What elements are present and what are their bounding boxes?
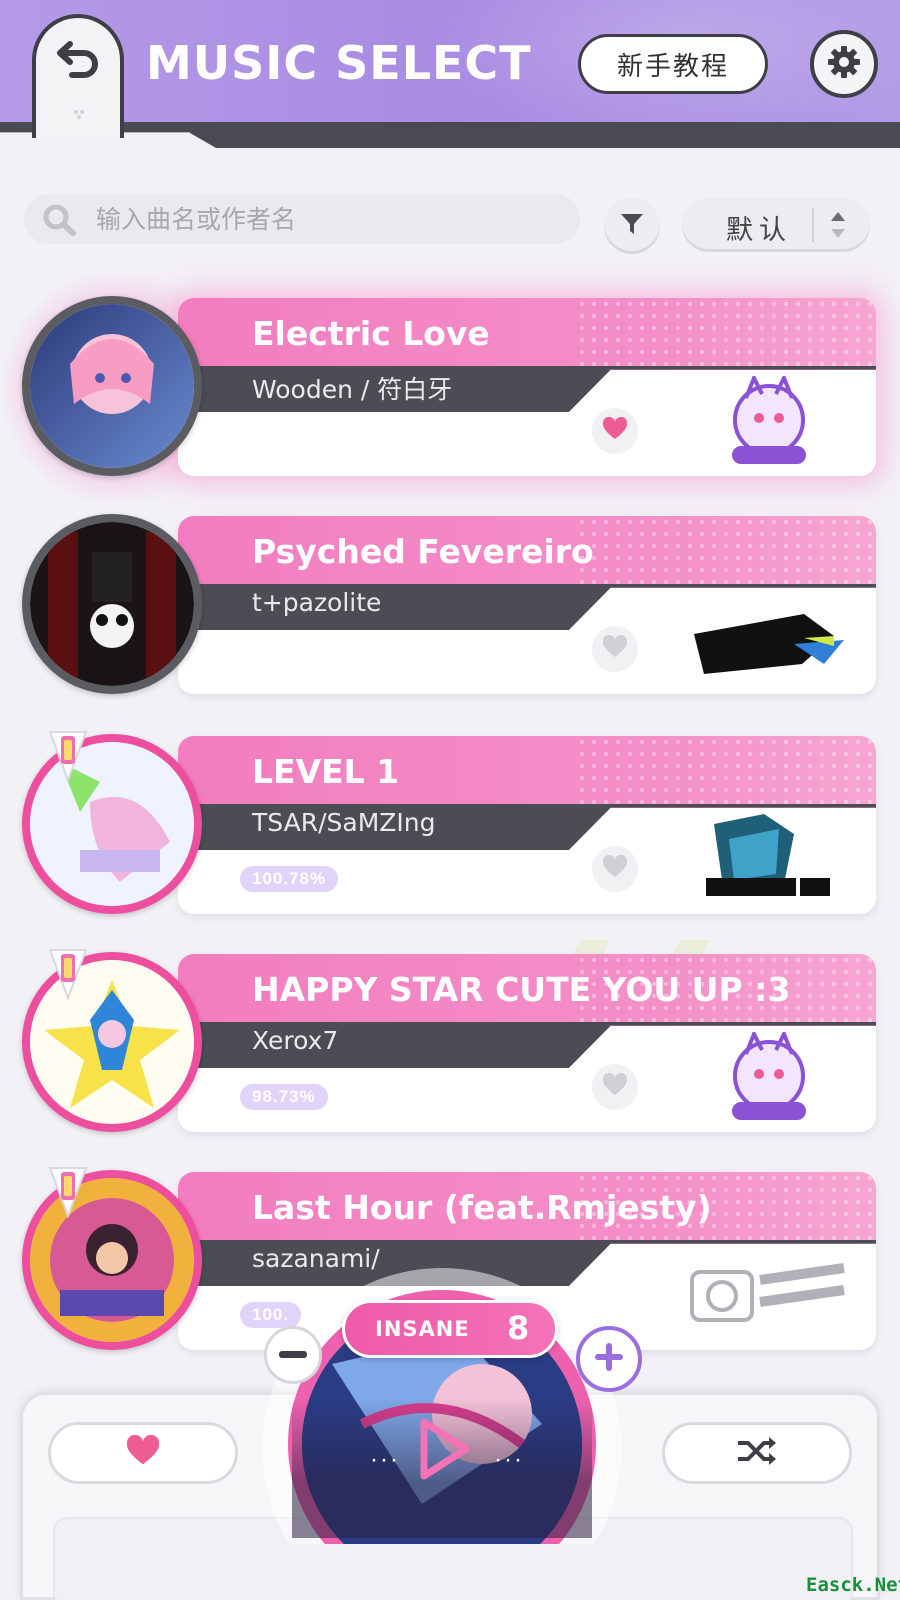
- album-cover[interactable]: [22, 514, 202, 694]
- favorites-filter-button[interactable]: [48, 1422, 238, 1484]
- sort-updown-icon: [828, 208, 848, 247]
- header-band: [0, 122, 900, 148]
- filter-button[interactable]: [604, 198, 660, 254]
- favorite-button[interactable]: [592, 408, 638, 454]
- favorite-button[interactable]: [592, 846, 638, 892]
- song-card-body: LEVEL 1 TSAR/SaMZIng 100.78%: [178, 736, 876, 914]
- difficulty-decrease-button[interactable]: [264, 1326, 322, 1384]
- watermark-text: Easck.Net: [806, 1574, 900, 1596]
- phono-records-label-logo: [690, 1263, 845, 1322]
- song-card[interactable]: LEVEL 1 TSAR/SaMZIng 100.78%: [22, 731, 876, 914]
- album-cover[interactable]: [22, 296, 202, 476]
- funnel-icon: [619, 211, 645, 242]
- difficulty-level: 8: [507, 1309, 530, 1347]
- song-title: LEVEL 1: [252, 752, 400, 791]
- song-artist: TSAR/SaMZIng: [252, 808, 436, 837]
- rank-badge-icon: [48, 1167, 88, 1218]
- settings-button[interactable]: [810, 30, 878, 98]
- song-artist: Xerox7: [252, 1026, 339, 1055]
- tutorial-button[interactable]: 新手教程: [578, 34, 768, 94]
- favorite-button[interactable]: [592, 626, 638, 672]
- back-button[interactable]: [32, 14, 124, 138]
- song-artist: Wooden / 符白牙: [252, 375, 453, 404]
- paw-dots-icon: [73, 106, 84, 119]
- heart-icon: [602, 634, 628, 664]
- play-dots-right: ···: [494, 1446, 524, 1473]
- search-bar[interactable]: [24, 194, 580, 244]
- bleapers-label-logo: [732, 376, 806, 464]
- soul-notes-label-logo: [706, 814, 830, 896]
- undo-arrow-icon: [56, 38, 102, 83]
- search-input[interactable]: [96, 200, 566, 238]
- best-score-badge: 98.73%: [240, 1084, 328, 1110]
- favorite-button[interactable]: [592, 1064, 638, 1110]
- heart-icon: [602, 1072, 628, 1102]
- song-card-body: HAPPY STAR CUTE YOU UP :3 Xerox7 98.73%: [178, 954, 876, 1132]
- song-title: Electric Love: [252, 314, 490, 353]
- sort-selected-value: 默认: [726, 215, 792, 246]
- song-card[interactable]: Electric Love Wooden / 符白牙: [0, 268, 876, 508]
- shuffle-icon: [736, 1435, 778, 1472]
- song-card-body: Psyched Fevereiro t+pazolite: [178, 516, 876, 694]
- rank-badge-icon: [48, 731, 88, 782]
- play-dots-left: ···: [370, 1446, 400, 1473]
- freestyle-label-logo: [694, 614, 844, 674]
- heart-icon: [602, 854, 628, 884]
- difficulty-selector[interactable]: INSANE 8: [342, 1300, 558, 1358]
- song-card[interactable]: Psyched Fevereiro t+pazolite: [22, 514, 876, 694]
- difficulty-increase-button[interactable]: [576, 1326, 642, 1392]
- song-artist: t+pazolite: [252, 588, 382, 617]
- song-title: HAPPY STAR CUTE YOU UP :3: [252, 970, 791, 1009]
- song-title: Last Hour (feat.Rmjesty): [252, 1188, 712, 1227]
- rank-badge-icon: [48, 949, 88, 1000]
- song-card[interactable]: HAPPY STAR CUTE YOU UP :3 Xerox7 98.73%: [22, 949, 876, 1132]
- play-button[interactable]: [416, 1416, 472, 1487]
- song-title: Psyched Fevereiro: [252, 532, 594, 571]
- song-card-body: Electric Love Wooden / 符白牙: [178, 298, 876, 476]
- difficulty-name: INSANE: [375, 1317, 470, 1341]
- bleapers-label-logo: [732, 1032, 806, 1120]
- sort-divider: [812, 208, 814, 242]
- minus-icon: [279, 1346, 307, 1364]
- shuffle-button[interactable]: [662, 1422, 852, 1484]
- heart-icon: [602, 416, 628, 446]
- gear-icon: [826, 44, 862, 85]
- page-title: MUSIC SELECT: [146, 36, 532, 90]
- plus-icon: [594, 1342, 624, 1377]
- sort-dropdown[interactable]: 默认: [682, 198, 870, 252]
- best-score-badge: 100.78%: [240, 866, 339, 892]
- search-icon: [42, 203, 78, 242]
- heart-icon: [125, 1434, 161, 1472]
